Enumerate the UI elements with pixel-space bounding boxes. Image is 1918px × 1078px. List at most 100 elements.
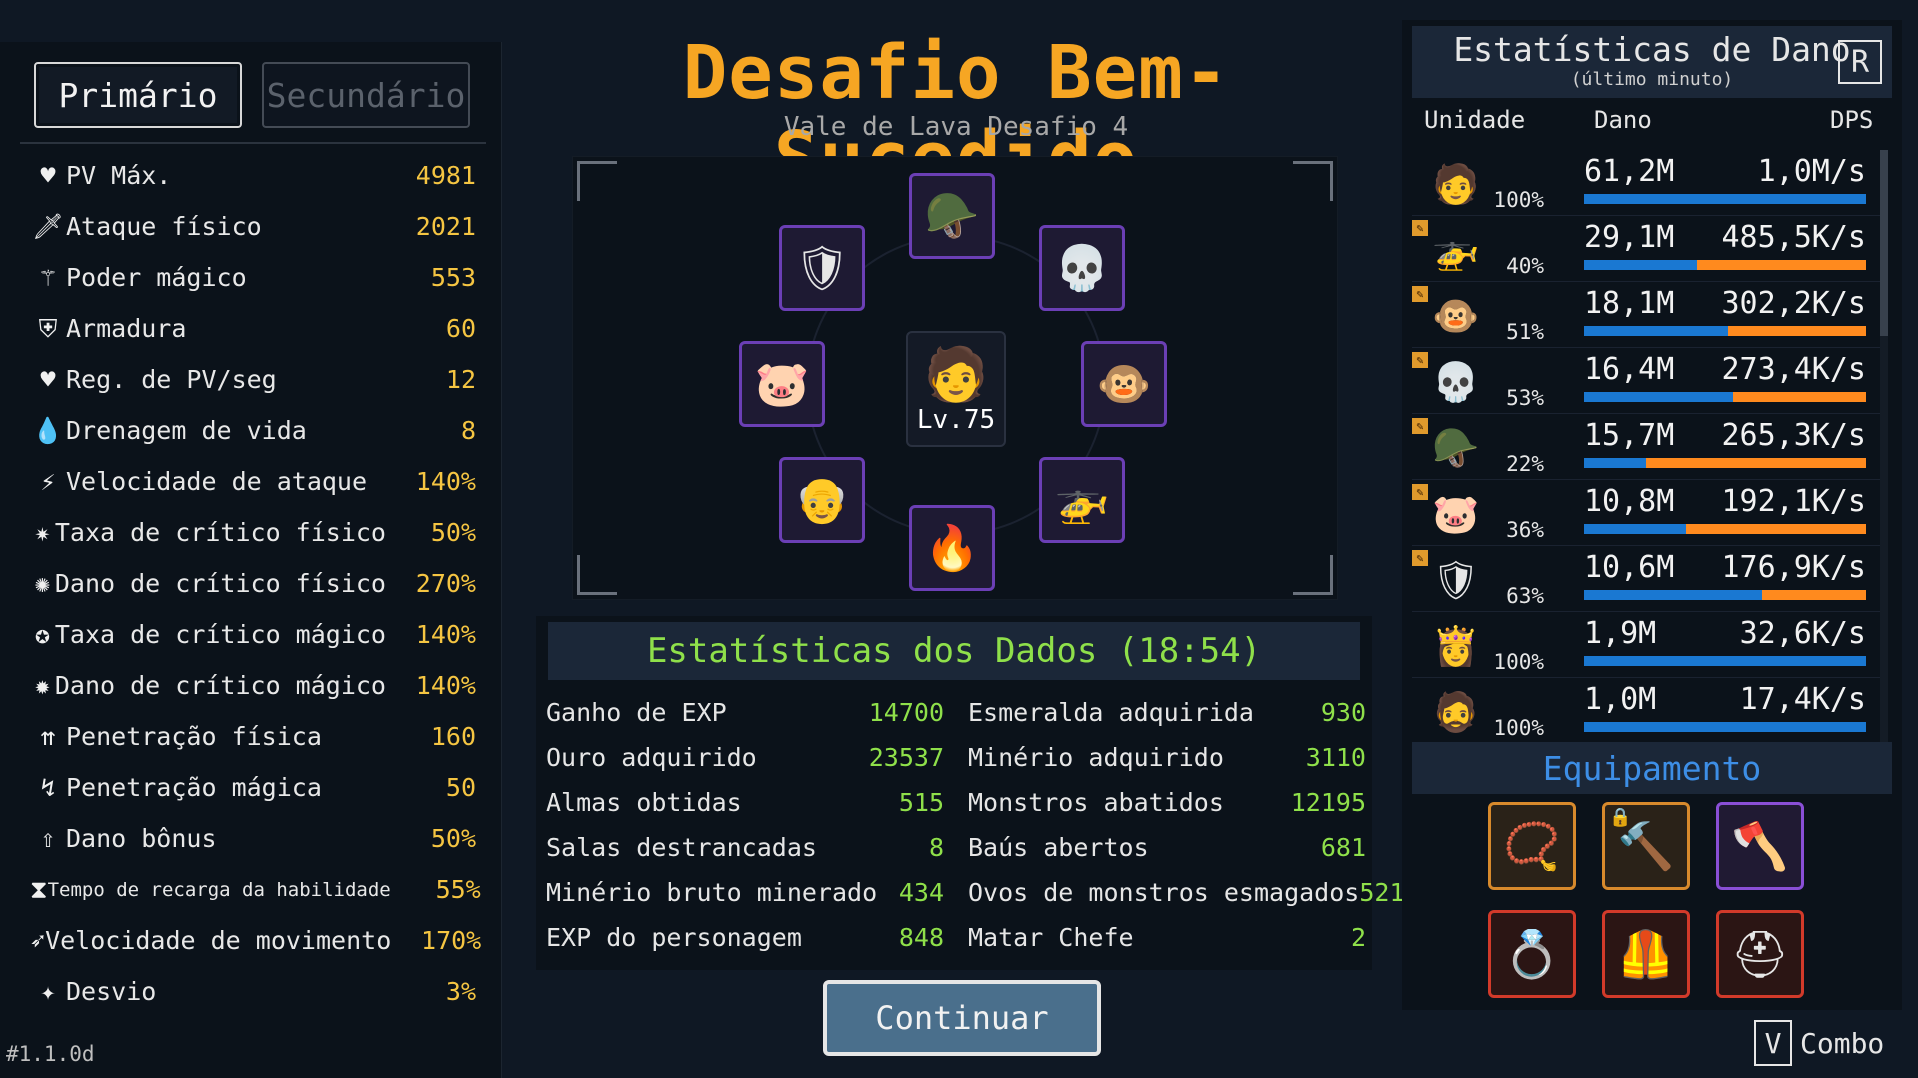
stat-row: ✷ Taxa de crítico físico 50%: [30, 507, 476, 558]
damage-row[interactable]: 🧑 100% 61,2M 1,0M/s: [1412, 150, 1882, 216]
unit-dps: 485,5K/s: [1721, 220, 1867, 255]
damage-row[interactable]: ✎ 🐷 36% 10,8M 192,1K/s: [1412, 480, 1882, 546]
damage-share-fill: [1584, 194, 1866, 204]
stat-label: Ataque físico: [66, 212, 262, 241]
necklace-icon[interactable]: 📿: [1488, 802, 1576, 890]
stat-value: 160: [430, 722, 476, 751]
data-stat-row: EXP do personagem 848: [546, 915, 944, 960]
damage-share-bar: [1584, 392, 1866, 402]
reset-key-button[interactable]: R: [1838, 40, 1882, 84]
stat-value: 50: [445, 773, 476, 802]
staff-icon: ⚚: [40, 263, 56, 292]
unit-portrait-icon: 🧔: [1432, 689, 1480, 734]
stat-row: ➶ Velocidade de movimento 170%: [30, 915, 481, 966]
damage-row[interactable]: 👸 100% 1,9M 32,6K/s: [1412, 612, 1882, 678]
data-stat-value: 2: [1350, 923, 1366, 952]
data-stat-row: Monstros abatidos 12195: [968, 780, 1366, 825]
hero-bald-monk-icon[interactable]: 👴: [779, 457, 865, 543]
unit-dps: 192,1K/s: [1721, 484, 1867, 519]
data-stat-value: 521: [1359, 878, 1405, 907]
damage-row[interactable]: 🧔 100% 1,0M 17,4K/s: [1412, 678, 1882, 744]
data-stat-row: Almas obtidas 515: [546, 780, 944, 825]
lock-icon: 🔒: [1609, 807, 1632, 828]
helmet-icon[interactable]: ⛑: [1716, 910, 1804, 998]
version-label: #1.1.0d: [6, 1042, 95, 1066]
stat-label: Reg. de PV/seg: [66, 365, 277, 394]
column-header-unit: Unidade: [1424, 106, 1526, 134]
damage-row[interactable]: ✎ 🛡 63% 10,6M 176,9K/s: [1412, 546, 1882, 612]
data-column-right: Esmeralda adquirida 930 Minério adquirido 3…: [968, 690, 1405, 960]
unit-damage: 29,1M: [1584, 220, 1675, 255]
stat-value: 3%: [445, 977, 476, 1006]
stat-value: 553: [430, 263, 476, 292]
equipment-glyph: 🦺: [1617, 926, 1675, 981]
damage-share-bar: [1584, 260, 1866, 270]
character-level: Lv.75: [916, 404, 996, 435]
stat-label: Velocidade de ataque: [66, 467, 368, 496]
tab-secondary[interactable]: Secundário: [262, 62, 470, 128]
stat-label: Penetração mágica: [66, 773, 322, 802]
data-stat-value: 848: [898, 923, 944, 952]
damage-row[interactable]: ✎ 🚁 40% 29,1M 485,5K/s: [1412, 216, 1882, 282]
equipment-glyph: 📿: [1503, 818, 1561, 873]
corner-ornament: [1293, 555, 1333, 595]
data-stat-row: Ovos de monstros esmagados 521: [968, 870, 1405, 915]
damage-list[interactable]: 🧑 100% 61,2M 1,0M/s ✎ 🚁 40% 29,1M 485,5K/s ✎ 🐵 51% 1…: [1412, 150, 1882, 750]
continue-button[interactable]: Continuar: [823, 980, 1101, 1056]
data-stat-value: 930: [1320, 698, 1366, 727]
data-stat-label: EXP do personagem: [546, 923, 802, 952]
data-stat-label: Matar Chefe: [968, 923, 1134, 952]
unit-portrait-icon: 🧑: [1432, 161, 1480, 206]
data-stat-label: Almas obtidas: [546, 788, 742, 817]
unit-damage: 1,0M: [1584, 682, 1657, 717]
stat-value: 2021: [415, 212, 476, 241]
magic-crit-rate-icon: ✪: [34, 620, 50, 649]
damage-row[interactable]: ✎ 🐵 51% 18,1M 302,2K/s: [1412, 282, 1882, 348]
damage-list-scrollbar[interactable]: [1880, 150, 1888, 750]
hero-monkey-king-icon[interactable]: 🐵: [1081, 341, 1167, 427]
blood-drop-icon: 💧: [32, 415, 64, 445]
data-stat-value: 12195: [1290, 788, 1366, 817]
stat-label: Tempo de recarga da habilidade: [47, 878, 391, 901]
hero-dark-knight-icon[interactable]: 🛡: [779, 225, 865, 311]
data-stat-label: Minério adquirido: [968, 743, 1224, 772]
hero-phoenix-warrior-icon[interactable]: 🔥: [909, 505, 995, 591]
hero-pig-warrior-icon[interactable]: 🐷: [739, 341, 825, 427]
damage-share-fill: [1584, 656, 1866, 666]
boot-icon: ➶: [30, 926, 46, 955]
stat-value: 170%: [421, 926, 482, 955]
main-character[interactable]: 🧑 Lv.75: [906, 331, 1006, 447]
unit-portrait-icon: 💀: [1432, 359, 1480, 404]
hero-skeleton-knight-icon[interactable]: 💀: [1039, 225, 1125, 311]
dodge-icon: ✦: [40, 977, 56, 1006]
data-column-left: Ganho de EXP 14700 Ouro adquirido 23537 Alma…: [546, 690, 944, 960]
unit-dps: 273,4K/s: [1721, 352, 1867, 387]
stat-row: ⧗ Tempo de recarga da habilidade 55%: [30, 864, 481, 915]
scrollbar-thumb[interactable]: [1880, 150, 1888, 336]
damage-row[interactable]: ✎ 💀 53% 16,4M 273,4K/s: [1412, 348, 1882, 414]
damage-subtitle: (último minuto): [1570, 69, 1734, 90]
stat-row: 🗡 Ataque físico 2021: [30, 201, 476, 252]
corner-ornament: [577, 555, 617, 595]
stat-row: 💧 Drenagem de vida 8: [30, 405, 476, 456]
hero-warlord-icon[interactable]: 🪖: [909, 173, 995, 259]
tab-primary[interactable]: Primário: [34, 62, 242, 128]
unit-damage: 18,1M: [1584, 286, 1675, 321]
stat-label: Armadura: [66, 314, 187, 343]
unit-damage: 15,7M: [1584, 418, 1675, 453]
damage-share-bar: [1584, 194, 1866, 204]
unit-portrait-icon: 🛡: [1431, 557, 1481, 602]
summon-tag-icon: ✎: [1412, 550, 1428, 566]
combo-key[interactable]: V: [1754, 1020, 1792, 1066]
combo-hint[interactable]: V Combo: [1754, 1020, 1884, 1066]
armor-icon[interactable]: 🦺: [1602, 910, 1690, 998]
unit-portrait-icon: 🐷: [1432, 491, 1480, 536]
hammer-icon[interactable]: 🔨 🔒: [1602, 802, 1690, 890]
ring-icon[interactable]: 💍: [1488, 910, 1576, 998]
stat-value: 50%: [430, 824, 476, 853]
axe-icon[interactable]: 🪓: [1716, 802, 1804, 890]
unit-damage: 1,9M: [1584, 616, 1657, 651]
hero-gunship-icon[interactable]: 🚁: [1039, 457, 1125, 543]
damage-row[interactable]: ✎ 🪖 22% 15,7M 265,3K/s: [1412, 414, 1882, 480]
magic-crit-damage-icon: ✹: [34, 671, 50, 700]
